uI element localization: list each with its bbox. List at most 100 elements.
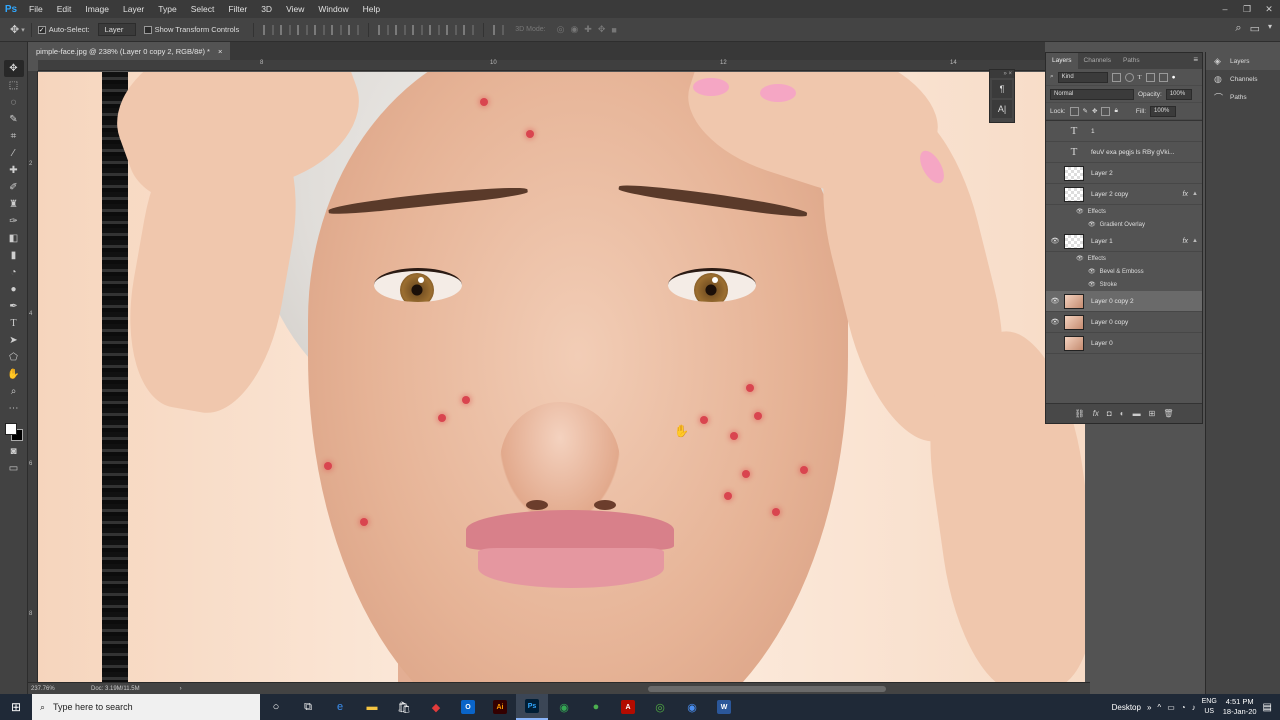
- blur-tool-icon[interactable]: ◔: [4, 264, 24, 281]
- layer-row[interactable]: 👁︎ Layer 1 fx ▲: [1046, 231, 1202, 252]
- show-transform-checkbox[interactable]: [143, 25, 152, 34]
- add-mask-icon[interactable]: ◘: [1107, 409, 1112, 418]
- horizontal-ruler[interactable]: 8 10 12 14 16: [38, 60, 1085, 71]
- visibility-toggle-on[interactable]: 👁︎: [1046, 297, 1064, 305]
- add-style-icon[interactable]: fx: [1093, 409, 1099, 418]
- effect-item[interactable]: 👁︎ Gradient Overlay: [1046, 218, 1202, 231]
- app-blue-icon[interactable]: ◉: [676, 694, 708, 720]
- color-swatches[interactable]: [3, 421, 25, 443]
- quick-select-tool-icon[interactable]: ✎: [4, 111, 24, 128]
- dodge-tool-icon[interactable]: ●: [4, 281, 24, 298]
- lock-transparent-icon[interactable]: [1069, 106, 1079, 116]
- app-red-icon[interactable]: ◆: [420, 694, 452, 720]
- filter-pixel-icon[interactable]: [1111, 72, 1121, 82]
- align-left-icon[interactable]: [314, 24, 326, 35]
- panel-menu-icon[interactable]: ≡: [1193, 55, 1198, 64]
- filter-kind-dropdown[interactable]: Kind: [1057, 71, 1108, 83]
- fill-input[interactable]: 100%: [1150, 105, 1177, 117]
- tray-volume-icon[interactable]: ♪: [1192, 703, 1196, 712]
- crop-tool-icon[interactable]: ⌗: [4, 128, 24, 145]
- menu-type[interactable]: Type: [151, 0, 183, 18]
- layer-row-selected[interactable]: 👁︎ Layer 0 copy 2: [1046, 291, 1202, 312]
- zoom-tool-icon[interactable]: ⌕: [4, 383, 24, 400]
- layer-row[interactable]: Layer 2: [1046, 163, 1202, 184]
- layer-row[interactable]: T 1: [1046, 121, 1202, 142]
- move-tool-icon[interactable]: ✥: [10, 23, 19, 36]
- layer-fx-icon[interactable]: fx: [1183, 238, 1188, 245]
- align-hcenter-icon[interactable]: [331, 24, 343, 35]
- photoshop-taskbar-icon[interactable]: Ps: [516, 694, 548, 720]
- taskbar-search[interactable]: ⌕ Type here to search: [32, 694, 260, 720]
- store-icon[interactable]: 🛍︎: [388, 694, 420, 720]
- distribute-top-icon[interactable]: [378, 24, 390, 35]
- tab-paths[interactable]: Paths: [1117, 53, 1146, 69]
- layer-row[interactable]: T feuV exa pegjs ls RBy gVki...: [1046, 142, 1202, 163]
- type-tool-icon[interactable]: T: [4, 315, 24, 332]
- auto-select-checkbox[interactable]: ✓: [37, 25, 46, 34]
- align-bottom-icon[interactable]: [297, 24, 309, 35]
- visibility-toggle-on[interactable]: 👁︎: [1046, 237, 1064, 245]
- pen-tool-icon[interactable]: ✒: [4, 298, 24, 315]
- edge-icon[interactable]: e: [324, 694, 356, 720]
- 3d-slide-icon[interactable]: ✥: [598, 24, 606, 35]
- effect-eye-icon[interactable]: 👁︎: [1076, 208, 1084, 215]
- quick-mask-icon[interactable]: ◙: [4, 443, 24, 460]
- distribute-bottom-icon[interactable]: [412, 24, 424, 35]
- layer-fx-icon[interactable]: fx: [1183, 191, 1188, 198]
- clock[interactable]: 4:51 PM 18-Jan-20: [1223, 697, 1257, 717]
- menu-layer[interactable]: Layer: [116, 0, 151, 18]
- acrobat-icon[interactable]: A: [612, 694, 644, 720]
- tray-chevron-icon[interactable]: »: [1147, 703, 1151, 712]
- layer-row[interactable]: Layer 0: [1046, 333, 1202, 354]
- effect-eye-icon[interactable]: 👁︎: [1088, 281, 1096, 288]
- menu-view[interactable]: View: [279, 0, 311, 18]
- auto-align-icon[interactable]: [493, 24, 505, 35]
- foreground-color[interactable]: [4, 423, 17, 435]
- dock-channels[interactable]: ◍ Channels: [1206, 70, 1280, 88]
- dock-layers[interactable]: ◈ Layers: [1206, 52, 1280, 70]
- vertical-ruler[interactable]: 2 4 6 8: [28, 71, 38, 682]
- align-top-icon[interactable]: [263, 24, 275, 35]
- distribute-hcenter-icon[interactable]: [446, 24, 458, 35]
- tray-battery-icon[interactable]: ▭: [1167, 703, 1175, 712]
- lock-pixels-icon[interactable]: ✎: [1083, 107, 1088, 115]
- tab-layers[interactable]: Layers: [1046, 53, 1078, 69]
- collapse-caret-icon[interactable]: ▲: [1192, 191, 1198, 197]
- effect-item[interactable]: 👁︎ Stroke: [1046, 278, 1202, 291]
- minimize-icon[interactable]: –: [1214, 0, 1236, 18]
- effect-eye-icon[interactable]: 👁︎: [1088, 268, 1096, 275]
- tray-network-icon[interactable]: ◔: [1181, 703, 1186, 712]
- tool-preset-chevron-icon[interactable]: ▾: [21, 26, 25, 34]
- new-adjustment-icon[interactable]: ◐: [1120, 409, 1125, 418]
- move-tool-icon[interactable]: ✥: [3, 60, 24, 77]
- tray-up-icon[interactable]: ^: [1157, 703, 1161, 712]
- lasso-tool-icon[interactable]: ◌: [4, 94, 24, 111]
- character-icon[interactable]: A|: [992, 100, 1012, 118]
- healing-brush-tool-icon[interactable]: ✚: [4, 162, 24, 179]
- desktop-label[interactable]: Desktop: [1112, 703, 1141, 712]
- collapse-caret-icon[interactable]: ▲: [1192, 238, 1198, 244]
- app-green-icon[interactable]: ●: [580, 694, 612, 720]
- language-indicator[interactable]: ENG US: [1202, 697, 1217, 717]
- eyedropper-tool-icon[interactable]: ⁄: [4, 145, 24, 162]
- opacity-input[interactable]: 100%: [1165, 88, 1192, 100]
- menu-edit[interactable]: Edit: [50, 0, 79, 18]
- menu-file[interactable]: File: [22, 0, 50, 18]
- hand-tool-icon[interactable]: ✋: [4, 366, 24, 383]
- 3d-scale-icon[interactable]: ■: [611, 25, 616, 35]
- effect-eye-icon[interactable]: 👁︎: [1088, 221, 1096, 228]
- task-view-icon[interactable]: ⧉: [292, 694, 324, 720]
- effect-eye-icon[interactable]: 👁︎: [1076, 255, 1084, 262]
- 3d-pan-icon[interactable]: ✚: [584, 24, 592, 35]
- app-xbox-icon[interactable]: ◎: [644, 694, 676, 720]
- layer-row[interactable]: 👁︎ Layer 0 copy: [1046, 312, 1202, 333]
- filter-shape-icon[interactable]: [1145, 72, 1155, 82]
- menu-help[interactable]: Help: [356, 0, 387, 18]
- paragraph-icon[interactable]: ¶: [992, 80, 1012, 98]
- cortana-icon[interactable]: ○: [260, 694, 292, 720]
- path-select-tool-icon[interactable]: ➤: [4, 332, 24, 349]
- brush-tool-icon[interactable]: ✐: [4, 179, 24, 196]
- delete-layer-icon[interactable]: 🗑︎: [1163, 409, 1173, 418]
- marquee-tool-icon[interactable]: ⬚: [4, 77, 24, 94]
- screen-mode-icon[interactable]: ▭: [4, 460, 24, 477]
